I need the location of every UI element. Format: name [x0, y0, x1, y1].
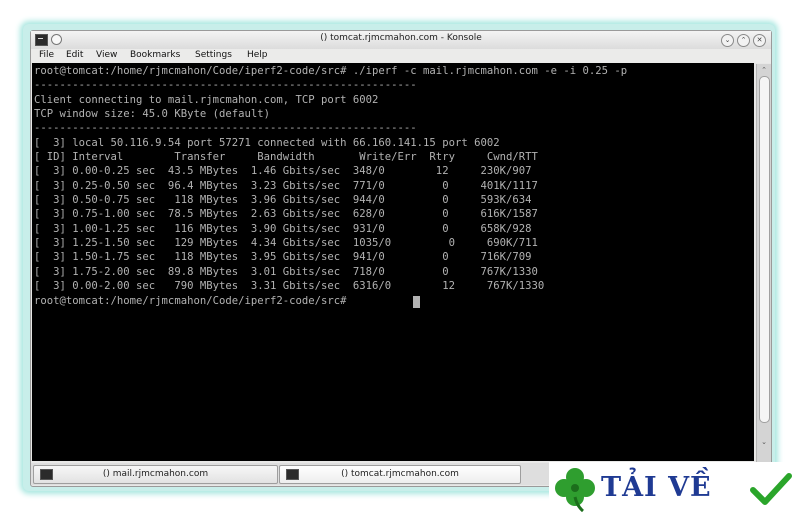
clover-icon — [555, 468, 595, 512]
terminal-prompt: root@tomcat:/home/rjmcmahon/Code/iperf2-… — [34, 295, 353, 307]
scroll-up-icon[interactable]: ⌃ — [757, 64, 771, 76]
scroll-thumb[interactable] — [759, 76, 770, 423]
tab-tomcat-session[interactable]: () tomcat.rjmcmahon.com — [279, 465, 521, 484]
checkmark-icon — [750, 473, 792, 505]
tab-label: () mail.rjmcmahon.com — [102, 469, 209, 479]
terminal-line: [ 3] 1.50-1.75 sec 118 MBytes 3.95 Gbits… — [34, 251, 532, 263]
terminal-line: [ 3] 0.25-0.50 sec 96.4 MBytes 3.23 Gbit… — [34, 180, 538, 192]
menu-help[interactable]: Help — [247, 50, 268, 60]
menu-bar: File Edit View Bookmarks Settings Help — [31, 49, 771, 63]
terminal-scrollbar[interactable]: ⌃ ⌄ — [756, 64, 771, 462]
window-title: () tomcat.rjmcmahon.com - Konsole — [320, 33, 482, 43]
title-bar[interactable]: () tomcat.rjmcmahon.com - Konsole ⌄ ⌃ ✕ — [31, 31, 771, 49]
terminal-line: ----------------------------------------… — [34, 122, 417, 134]
menu-edit[interactable]: Edit — [66, 50, 83, 60]
terminal-line: ----------------------------------------… — [34, 79, 417, 91]
scroll-down-icon[interactable]: ⌄ — [757, 436, 771, 448]
minimize-icon[interactable]: ⌄ — [721, 34, 734, 47]
terminal-line: Client connecting to mail.rjmcmahon.com,… — [34, 94, 379, 106]
terminal-line: [ 3] 0.00-0.25 sec 43.5 MBytes 1.46 Gbit… — [34, 165, 532, 177]
tab-mail-session[interactable]: () mail.rjmcmahon.com — [33, 465, 278, 484]
close-icon[interactable]: ✕ — [753, 34, 766, 47]
terminal-line: [ 3] 1.25-1.50 sec 129 MBytes 4.34 Gbits… — [34, 237, 538, 249]
terminal-line: [ 3] 0.50-0.75 sec 118 MBytes 3.96 Gbits… — [34, 194, 532, 206]
menu-settings[interactable]: Settings — [195, 50, 232, 60]
terminal-line: [ 3] 1.75-2.00 sec 89.8 MBytes 3.01 Gbit… — [34, 266, 538, 278]
tab-label: () tomcat.rjmcmahon.com — [341, 469, 459, 479]
terminal-line: [ ID] Interval Transfer Bandwidth Write/… — [34, 151, 538, 163]
maximize-icon[interactable]: ⌃ — [737, 34, 750, 47]
terminal-line: [ 3] local 50.116.9.54 port 57271 connec… — [34, 137, 500, 149]
terminal-line: [ 3] 0.75-1.00 sec 78.5 MBytes 2.63 Gbit… — [34, 208, 538, 220]
menu-bookmarks[interactable]: Bookmarks — [130, 50, 180, 60]
terminal-line: root@tomcat:/home/rjmcmahon/Code/iperf2-… — [34, 65, 628, 77]
menu-file[interactable]: File — [39, 50, 54, 60]
watermark-text: TẢI VỀ — [601, 472, 712, 503]
terminal-line: TCP window size: 45.0 KByte (default) — [34, 108, 270, 120]
terminal-line: [ 3] 0.00-2.00 sec 790 MBytes 3.31 Gbits… — [34, 280, 545, 292]
terminal-cursor — [413, 296, 420, 308]
watermark: TẢI VỀ — [549, 462, 800, 518]
terminal-line: [ 3] 1.00-1.25 sec 116 MBytes 3.90 Gbits… — [34, 223, 532, 235]
menu-view[interactable]: View — [96, 50, 117, 60]
